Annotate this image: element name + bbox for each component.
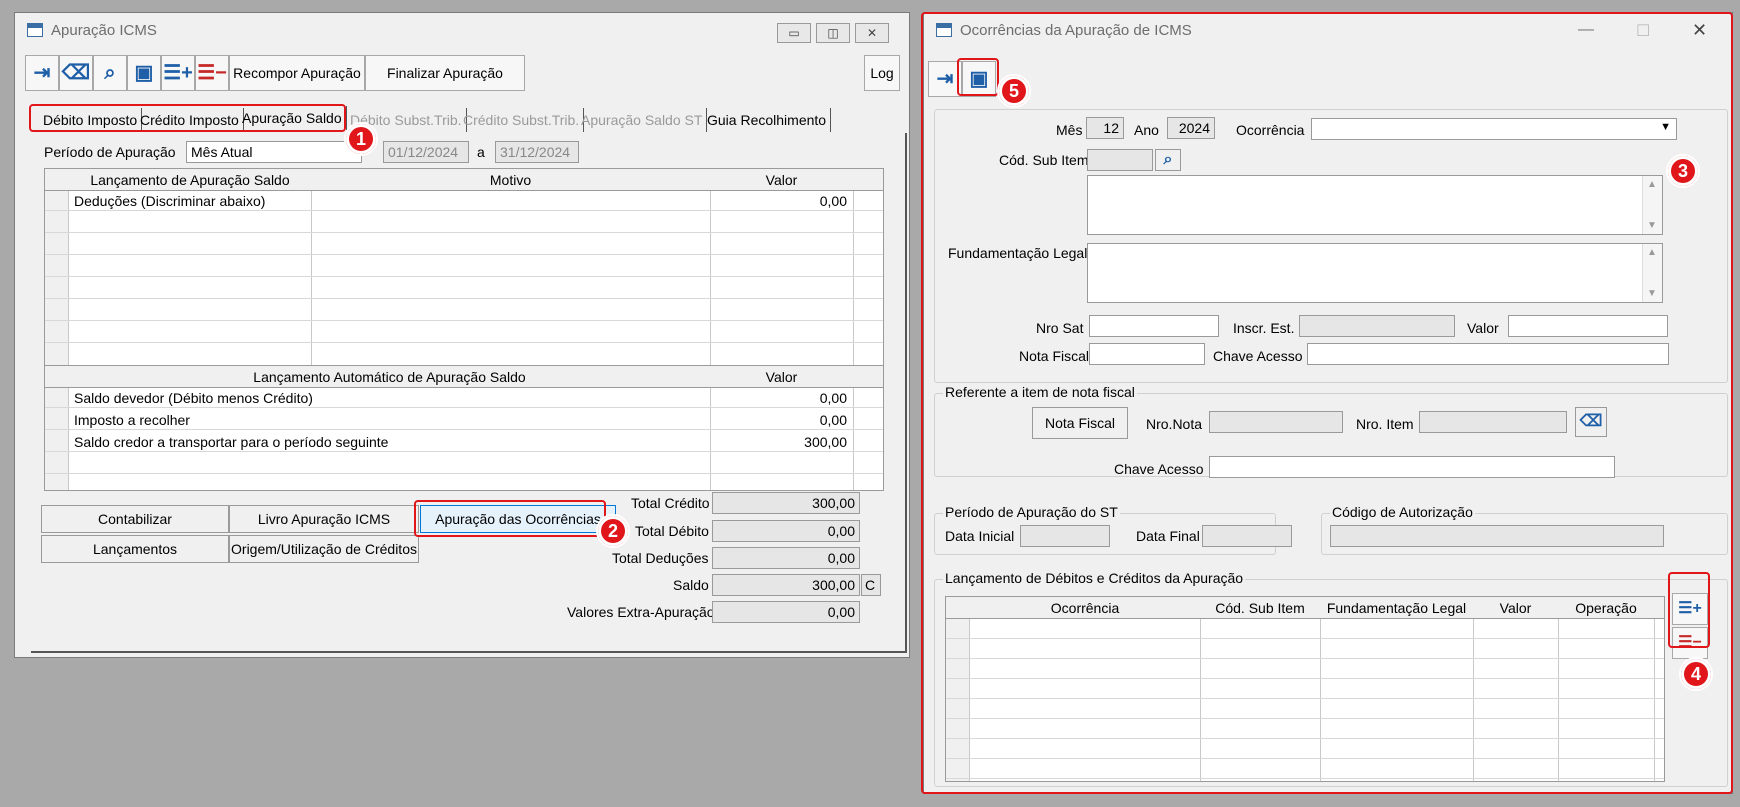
date-to-field[interactable]: 31/12/2024 — [495, 141, 579, 163]
date-separator: a — [477, 144, 485, 160]
saldo-field: 300,00 — [712, 574, 860, 596]
close-button[interactable]: ✕ — [855, 23, 889, 43]
annotation-box-tabs — [29, 104, 346, 132]
annotation-badge-3: 3 — [1666, 154, 1700, 188]
exit-button[interactable]: ⇥ — [25, 55, 59, 91]
periodo-select[interactable]: Mês Atual▼ — [186, 141, 362, 163]
total-deducoes-label: Total Deduções — [612, 550, 709, 566]
title-bar: Apuração ICMS — [15, 13, 909, 47]
periodo-label: Período de Apuração — [44, 144, 176, 160]
valores-extra-field: 0,00 — [712, 601, 860, 623]
search-button[interactable]: ⌕ — [93, 55, 127, 91]
contabilizar-button[interactable]: Contabilizar — [41, 505, 229, 533]
save-icon: ▣ — [134, 62, 154, 84]
cell-valor: 0,00 — [819, 390, 847, 406]
cell-lancamento: Imposto a recolher — [74, 412, 190, 428]
annotation-badge-5: 5 — [997, 74, 1031, 108]
col-valor: Valor — [765, 172, 798, 188]
exit-icon: ⇥ — [33, 62, 51, 84]
total-credito-label: Total Crédito — [631, 495, 710, 511]
tab-apuracao-saldo-st[interactable]: Apuração Saldo ST — [577, 108, 708, 132]
lancamentos-button[interactable]: Lançamentos — [41, 535, 229, 563]
remove-row-button[interactable]: ☰− — [195, 55, 229, 91]
cell-lancamento: Saldo devedor (Débito menos Crédito) — [74, 390, 313, 406]
annotation-box-grid-actions — [1668, 572, 1710, 648]
origem-utilizacao-button[interactable]: Origem/Utilização de Créditos — [229, 535, 419, 563]
grid-header: Lançamento Automático de Apuração Saldo … — [45, 366, 883, 388]
annotation-badge-2: 2 — [596, 514, 630, 548]
tab-credito-subst-trib[interactable]: Crédito Subst.Trib. — [459, 108, 585, 132]
minimize-button[interactable]: ▭ — [777, 23, 811, 43]
cell-lancamento: Saldo credor a transportar para o períod… — [74, 434, 389, 450]
annotation-badge-1: 1 — [344, 122, 378, 156]
table-row[interactable]: Deduções (Discriminar abaixo) 0,00 — [45, 191, 883, 211]
tab-guia-recolhimento[interactable]: Guia Recolhimento — [703, 108, 832, 132]
col-motivo: Motivo — [489, 172, 532, 188]
annotation-box-window — [921, 12, 1733, 794]
table-row[interactable]: Saldo devedor (Débito menos Crédito) 0,0… — [45, 388, 883, 408]
total-credito-field: 300,00 — [712, 492, 860, 514]
app-icon — [27, 23, 43, 37]
cell-valor: 0,00 — [819, 412, 847, 428]
remove-row-icon: ☰− — [197, 62, 227, 84]
cell-valor: 0,00 — [819, 193, 847, 209]
livro-apuracao-button[interactable]: Livro Apuração ICMS — [229, 505, 419, 533]
finalizar-apuracao-button[interactable]: Finalizar Apuração — [365, 55, 525, 91]
col-valor: Valor — [765, 369, 798, 385]
add-row-icon: ☰+ — [163, 62, 193, 84]
annotation-box-ocorrencias — [414, 500, 606, 537]
clear-button[interactable]: ⌫ — [59, 55, 93, 91]
eraser-icon: ⌫ — [61, 62, 91, 84]
date-from-field[interactable]: 01/12/2024 — [383, 141, 469, 163]
log-button[interactable]: Log — [864, 55, 900, 91]
cell-valor: 300,00 — [804, 434, 847, 450]
lancamento-automatico-grid[interactable]: Lançamento Automático de Apuração Saldo … — [44, 365, 884, 491]
add-row-button[interactable]: ☰+ — [161, 55, 195, 91]
periodo-value: Mês Atual — [191, 144, 253, 160]
total-debito-label: Total Débito — [635, 523, 709, 539]
window-title: Apuração ICMS — [51, 21, 157, 39]
col-lancamento: Lançamento de Apuração Saldo — [90, 172, 290, 188]
maximize-button[interactable]: ◫ — [816, 23, 850, 43]
cell-lancamento: Deduções (Discriminar abaixo) — [74, 193, 266, 209]
saldo-label: Saldo — [673, 577, 709, 593]
recompor-apuracao-button[interactable]: Recompor Apuração — [229, 55, 365, 91]
apuracao-saldo-grid[interactable]: Lançamento de Apuração Saldo Motivo Valo… — [44, 168, 884, 366]
search-icon: ⌕ — [104, 62, 116, 84]
col-lancamento-automatico: Lançamento Automático de Apuração Saldo — [253, 369, 526, 385]
table-row[interactable]: Saldo credor a transportar para o períod… — [45, 432, 883, 452]
total-deducoes-field: 0,00 — [712, 547, 860, 569]
total-debito-field: 0,00 — [712, 520, 860, 542]
annotation-box-save — [957, 58, 999, 96]
valores-extra-label: Valores Extra-Apuração — [567, 604, 715, 620]
table-row[interactable]: Imposto a recolher 0,00 — [45, 410, 883, 430]
saldo-flag: C — [861, 574, 881, 596]
grid-header: Lançamento de Apuração Saldo Motivo Valo… — [45, 169, 883, 191]
save-button[interactable]: ▣ — [127, 55, 161, 91]
annotation-badge-4: 4 — [1679, 657, 1713, 691]
